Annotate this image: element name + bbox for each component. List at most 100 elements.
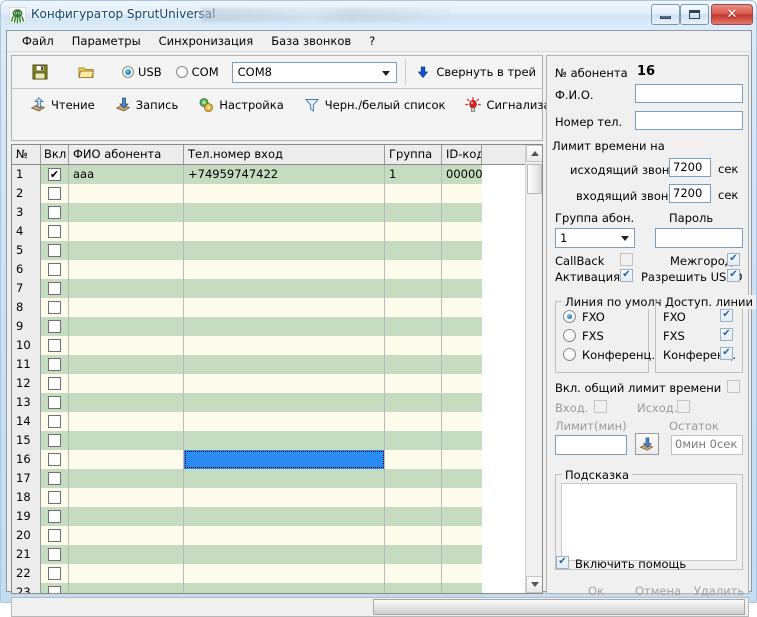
row-number-cell[interactable]: 10 bbox=[12, 336, 41, 355]
table-row[interactable]: 11 bbox=[12, 355, 526, 374]
row-number-cell[interactable]: 23 bbox=[12, 583, 41, 593]
row-number-cell[interactable]: 13 bbox=[12, 393, 41, 412]
column-header-id[interactable]: ID-код bbox=[442, 145, 482, 164]
row-phone-cell[interactable] bbox=[184, 203, 385, 222]
table-row[interactable]: 2 bbox=[12, 184, 526, 203]
delete-button[interactable]: Удалить bbox=[692, 584, 746, 598]
row-enabled-cell[interactable] bbox=[41, 203, 69, 222]
column-header-enabled[interactable]: Вкл bbox=[41, 145, 69, 164]
outgoing-limit-field[interactable]: 7200 bbox=[669, 158, 711, 177]
column-header-group[interactable]: Группа bbox=[385, 145, 442, 164]
table-row[interactable]: 9 bbox=[12, 317, 526, 336]
table-row[interactable]: 12 bbox=[12, 374, 526, 393]
row-number-cell[interactable]: 15 bbox=[12, 431, 41, 450]
row-fio-cell[interactable] bbox=[69, 184, 184, 203]
row-enabled-cell[interactable] bbox=[41, 222, 69, 241]
row-enabled-checkbox[interactable] bbox=[48, 472, 61, 485]
row-number-cell[interactable]: 16 bbox=[12, 450, 41, 469]
row-enabled-checkbox[interactable] bbox=[48, 377, 61, 390]
row-id-cell[interactable] bbox=[442, 241, 482, 260]
row-enabled-checkbox[interactable] bbox=[48, 586, 61, 593]
settings-button[interactable]: Настройка bbox=[192, 94, 290, 116]
row-enabled-cell[interactable] bbox=[41, 355, 69, 374]
group-select[interactable]: 1 bbox=[555, 228, 635, 248]
row-phone-cell[interactable] bbox=[184, 545, 385, 564]
row-enabled-checkbox[interactable] bbox=[48, 548, 61, 561]
default-line-fxo-radio[interactable] bbox=[563, 310, 576, 323]
row-id-cell[interactable] bbox=[442, 469, 482, 488]
row-group-cell[interactable] bbox=[385, 317, 442, 336]
row-fio-cell[interactable] bbox=[69, 298, 184, 317]
row-enabled-cell[interactable] bbox=[41, 374, 69, 393]
cancel-button[interactable]: Отмена bbox=[630, 584, 686, 598]
row-enabled-cell[interactable] bbox=[41, 488, 69, 507]
row-group-cell[interactable] bbox=[385, 393, 442, 412]
row-enabled-cell[interactable] bbox=[41, 317, 69, 336]
table-row[interactable]: 3 bbox=[12, 203, 526, 222]
available-fxo-checkbox[interactable] bbox=[720, 309, 733, 322]
row-fio-cell[interactable] bbox=[69, 583, 184, 593]
row-fio-cell[interactable] bbox=[69, 450, 184, 469]
ok-button[interactable]: Ок bbox=[571, 584, 621, 598]
ussd-checkbox[interactable] bbox=[727, 269, 740, 282]
row-group-cell[interactable] bbox=[385, 336, 442, 355]
row-number-cell[interactable]: 14 bbox=[12, 412, 41, 431]
row-group-cell[interactable] bbox=[385, 583, 442, 593]
row-id-cell[interactable] bbox=[442, 526, 482, 545]
password-field[interactable] bbox=[655, 228, 743, 248]
row-enabled-cell[interactable] bbox=[41, 469, 69, 488]
row-group-cell[interactable] bbox=[385, 545, 442, 564]
open-button[interactable] bbox=[72, 61, 100, 83]
row-id-cell[interactable] bbox=[442, 450, 482, 469]
row-number-cell[interactable]: 9 bbox=[12, 317, 41, 336]
row-phone-cell[interactable] bbox=[184, 336, 385, 355]
row-enabled-checkbox[interactable] bbox=[48, 415, 61, 428]
table-row[interactable]: 20 bbox=[12, 526, 526, 545]
row-enabled-cell[interactable] bbox=[41, 260, 69, 279]
row-fio-cell[interactable]: aaa bbox=[69, 165, 184, 184]
default-line-fxs-radio[interactable] bbox=[563, 329, 576, 342]
available-conference-checkbox[interactable] bbox=[720, 347, 733, 360]
row-phone-cell[interactable] bbox=[184, 526, 385, 545]
row-enabled-cell[interactable] bbox=[41, 336, 69, 355]
row-id-cell[interactable] bbox=[442, 336, 482, 355]
scroll-down-button[interactable] bbox=[526, 576, 542, 593]
row-number-cell[interactable]: 19 bbox=[12, 507, 41, 526]
row-fio-cell[interactable] bbox=[69, 431, 184, 450]
row-fio-cell[interactable] bbox=[69, 374, 184, 393]
row-enabled-checkbox[interactable] bbox=[48, 301, 61, 314]
row-enabled-cell[interactable]: ✔ bbox=[41, 165, 69, 184]
row-enabled-checkbox[interactable] bbox=[48, 434, 61, 447]
row-enabled-checkbox[interactable] bbox=[48, 187, 61, 200]
apply-limit-button[interactable] bbox=[635, 433, 659, 455]
row-number-cell[interactable]: 21 bbox=[12, 545, 41, 564]
row-id-cell[interactable] bbox=[442, 374, 482, 393]
row-phone-cell[interactable] bbox=[184, 431, 385, 450]
enable-help-checkbox[interactable] bbox=[556, 556, 569, 569]
table-row[interactable]: 6 bbox=[12, 260, 526, 279]
incoming-flag-checkbox[interactable] bbox=[594, 400, 607, 413]
row-enabled-cell[interactable] bbox=[41, 450, 69, 469]
table-row[interactable]: 19 bbox=[12, 507, 526, 526]
row-number-cell[interactable]: 6 bbox=[12, 260, 41, 279]
row-group-cell[interactable] bbox=[385, 241, 442, 260]
row-enabled-checkbox[interactable] bbox=[48, 567, 61, 580]
row-number-cell[interactable]: 12 bbox=[12, 374, 41, 393]
row-number-cell[interactable]: 5 bbox=[12, 241, 41, 260]
incoming-limit-field[interactable]: 7200 bbox=[669, 184, 711, 203]
row-fio-cell[interactable] bbox=[69, 203, 184, 222]
row-id-cell[interactable] bbox=[442, 393, 482, 412]
row-enabled-checkbox[interactable] bbox=[48, 358, 61, 371]
minimize-to-tray-button[interactable]: Свернуть в трей bbox=[409, 61, 542, 83]
table-row[interactable]: 8 bbox=[12, 298, 526, 317]
row-id-cell[interactable]: 00000001 bbox=[442, 165, 482, 184]
table-row[interactable]: 13 bbox=[12, 393, 526, 412]
port-select[interactable]: COM8 bbox=[231, 61, 397, 83]
row-group-cell[interactable] bbox=[385, 355, 442, 374]
row-phone-cell[interactable] bbox=[184, 564, 385, 583]
table-row[interactable]: 23 bbox=[12, 583, 526, 593]
row-id-cell[interactable] bbox=[442, 279, 482, 298]
row-fio-cell[interactable] bbox=[69, 412, 184, 431]
activation-checkbox[interactable] bbox=[620, 269, 633, 282]
menu-item-help[interactable]: ? bbox=[360, 31, 384, 51]
